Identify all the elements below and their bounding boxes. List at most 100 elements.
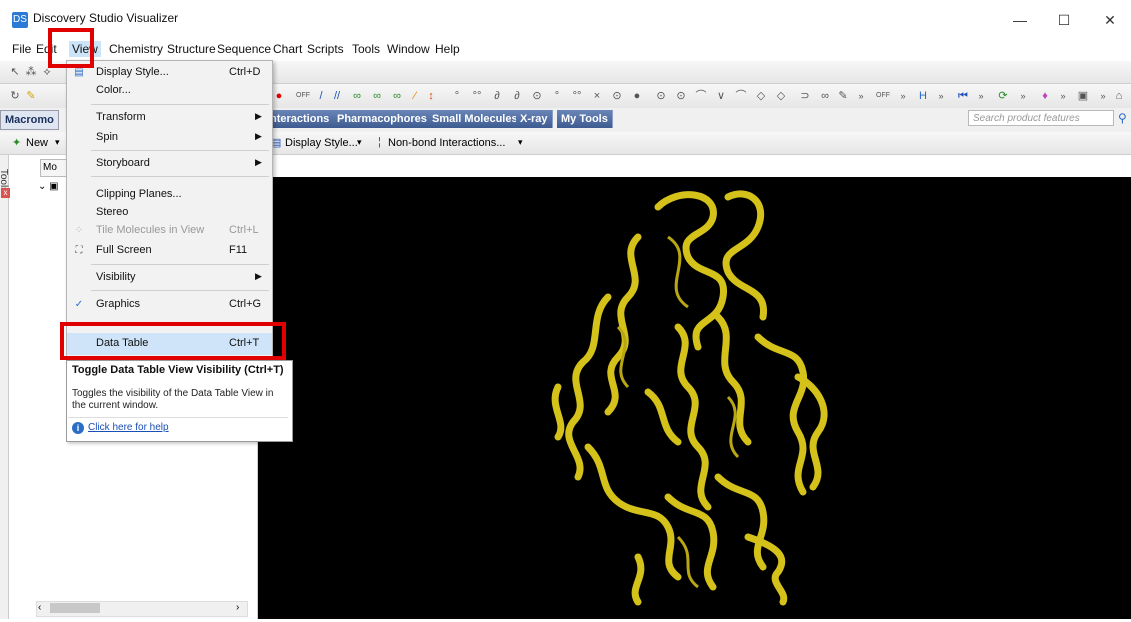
tree-checkbox-icon[interactable]: ▣ [49, 181, 58, 192]
more-icon[interactable]: » [854, 89, 868, 103]
menu-item-visibility[interactable]: Visibility ▶ [67, 267, 272, 289]
more-7-icon[interactable]: » [1096, 89, 1110, 103]
more-3-icon[interactable]: » [934, 89, 948, 103]
menu-chart[interactable]: Chart [273, 42, 302, 56]
off-2-icon[interactable]: OFF [876, 89, 890, 103]
menu-item-label: Spin [96, 131, 119, 143]
brush-icon[interactable]: ✎ [836, 89, 850, 103]
link-icon[interactable]: ∞ [818, 89, 832, 103]
ring-tool-3-icon[interactable]: ⌒ [694, 89, 708, 103]
ring-tool-4-icon[interactable]: ∨ [714, 89, 728, 103]
new-dropdown-chevron-icon[interactable]: ▾ [55, 137, 60, 148]
menu-item-label: Tile Molecules in View [96, 224, 205, 236]
tree-expand-icon[interactable]: ⌄ [38, 181, 46, 192]
menu-item-label: Storyboard [96, 157, 150, 169]
menu-item-shortcut: F11 [229, 244, 248, 256]
help-link[interactable]: Click here for help [88, 422, 169, 433]
close-button[interactable]: ✕ [1090, 6, 1130, 34]
home-icon[interactable]: ⌂ [1112, 89, 1126, 103]
ring-tool-5-icon[interactable]: ⌒ [734, 89, 748, 103]
scrollbar-thumb[interactable] [50, 603, 100, 613]
more-4-icon[interactable]: » [974, 89, 988, 103]
menu-file[interactable]: File [12, 42, 31, 56]
ring-tool-1-icon[interactable]: ⊙ [654, 89, 668, 103]
ring-tool-7-icon[interactable]: ◇ [774, 89, 788, 103]
atom-tool-5-icon[interactable]: ⊙ [530, 89, 544, 103]
more-5-icon[interactable]: » [1016, 89, 1030, 103]
menu-item-color[interactable]: Color... [67, 80, 272, 102]
search-input[interactable]: Search product features [968, 110, 1114, 126]
camera-icon[interactable]: ▣ [1076, 89, 1090, 103]
menu-item-transform[interactable]: Transform ▶ [67, 107, 272, 129]
tab-pharmacophores[interactable]: Pharmacophores [333, 110, 432, 128]
atom-tool-6-icon[interactable]: ° [550, 89, 564, 103]
ring-tool-6-icon[interactable]: ◇ [754, 89, 768, 103]
spin-icon[interactable]: ⟳ [996, 89, 1010, 103]
atom-tool-2-icon[interactable]: °° [470, 89, 484, 103]
more-6-icon[interactable]: » [1056, 89, 1070, 103]
more-2-icon[interactable]: » [896, 89, 910, 103]
nonbond-chevron-icon[interactable]: ▾ [518, 137, 523, 148]
rewind-icon[interactable]: ⏮ [956, 89, 970, 103]
ring-tool-2-icon[interactable]: ⊙ [674, 89, 688, 103]
rotate-icon[interactable]: ↻ [8, 89, 22, 103]
surface-icon[interactable]: ⊃ [798, 89, 812, 103]
bond-edit-icon[interactable]: ⁄ [408, 89, 422, 103]
off-icon[interactable]: OFF [296, 89, 310, 103]
menu-help[interactable]: Help [435, 42, 460, 56]
tab-small-molecules[interactable]: Small Molecules [428, 110, 523, 128]
bond-chain-icon[interactable]: ∞ [350, 89, 364, 103]
bond-ring-icon[interactable]: ∞ [370, 89, 384, 103]
menu-item-spin[interactable]: Spin ▶ [67, 127, 272, 149]
bond-double-icon[interactable]: // [330, 89, 344, 103]
display-style-button[interactable]: Display Style... [285, 137, 358, 149]
menu-tools[interactable]: Tools [352, 42, 380, 56]
bond-single-icon[interactable]: / [314, 89, 328, 103]
menu-window[interactable]: Window [387, 42, 430, 56]
atom-tool-7-icon[interactable]: °° [570, 89, 584, 103]
viewer-header [258, 155, 1131, 178]
select-mode-icon[interactable]: ⁂ [24, 65, 38, 79]
search-icon[interactable]: ⚲ [1118, 111, 1127, 125]
nonbond-interactions-button[interactable]: Non-bond Interactions... [388, 137, 505, 149]
minimize-button[interactable]: — [1000, 6, 1040, 34]
atom-tool-8-icon[interactable]: × [590, 89, 604, 103]
tab-my-tools[interactable]: My Tools [557, 110, 613, 128]
tab-xray[interactable]: X-ray [516, 110, 553, 128]
menu-chemistry[interactable]: Chemistry [109, 42, 163, 56]
pointer-icon[interactable]: ↖ [8, 65, 22, 79]
atom-tool-3-icon[interactable]: ∂ [490, 89, 504, 103]
menu-item-shortcut: Ctrl+G [229, 298, 262, 310]
maximize-button[interactable]: ☐ [1044, 6, 1084, 34]
sort-icon[interactable]: ↕ [424, 89, 438, 103]
menu-item-full-screen[interactable]: ⛶ Full Screen F11 [67, 240, 272, 262]
tools-close-icon[interactable]: x [1, 188, 10, 198]
record-icon[interactable]: ● [272, 89, 286, 103]
submenu-arrow-icon: ▶ [255, 157, 262, 167]
hydrogen-icon[interactable]: H [916, 89, 930, 103]
bond-aromatic-icon[interactable]: ∞ [390, 89, 404, 103]
scroll-left-icon[interactable]: ‹ [38, 602, 41, 613]
pencil-icon[interactable]: ✎ [24, 89, 38, 103]
menu-item-label: Display Style... [96, 66, 169, 78]
menu-separator [91, 104, 269, 105]
protein-ribbon-render [551, 190, 828, 606]
tooltip-body: Toggles the visibility of the Data Table… [72, 388, 274, 411]
atom-tool-9-icon[interactable]: ⊙ [610, 89, 624, 103]
new-button[interactable]: New [26, 137, 48, 149]
tab-macromolecules[interactable]: Macromo [0, 110, 59, 130]
menu-item-storyboard[interactable]: Storyboard ▶ [67, 153, 272, 175]
paint-icon[interactable]: ♦ [1038, 89, 1052, 103]
atom-tool-4-icon[interactable]: ∂ [510, 89, 524, 103]
tree-root-node[interactable]: ⌄ ▣ [38, 181, 59, 192]
menu-scripts[interactable]: Scripts [307, 42, 344, 56]
scroll-right-icon[interactable]: › [236, 602, 239, 613]
menu-structure[interactable]: Structure [167, 42, 216, 56]
display-style-chevron-icon[interactable]: ▾ [357, 137, 362, 148]
molecule-viewer[interactable] [258, 177, 1131, 619]
app-icon: DS [12, 12, 28, 28]
tab-receptor-ligand-interactions[interactable]: nteractions [266, 110, 335, 128]
atom-tool-1-icon[interactable]: ° [450, 89, 464, 103]
sphere-icon[interactable]: ● [630, 89, 644, 103]
menu-sequence[interactable]: Sequence [217, 42, 271, 56]
